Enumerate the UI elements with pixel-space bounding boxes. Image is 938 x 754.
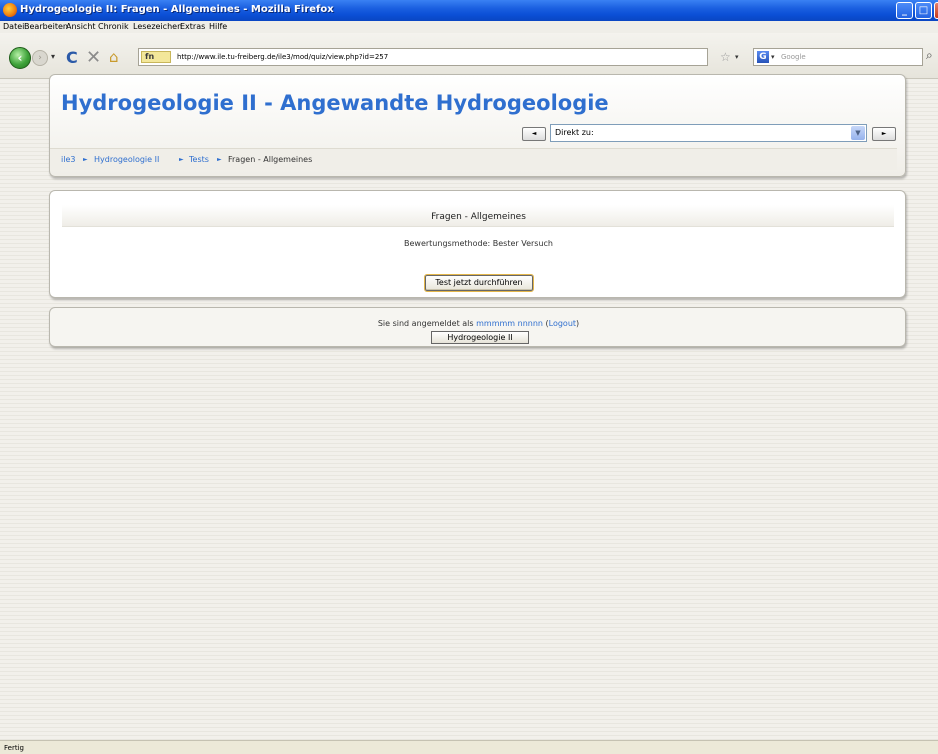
url-text[interactable]: http://www.ile.tu-freiberg.de/ile3/mod/q… [177,53,388,61]
breadcrumb-course[interactable]: Hydrogeologie II [94,155,159,164]
menu-extras[interactable]: Extras [180,22,205,31]
breadcrumb: ile3 ► Hydrogeologie II ► Tests ► Fragen… [50,148,897,170]
menu-hilfe[interactable]: Hilfe [209,22,227,31]
minimize-button[interactable]: _ [896,2,913,19]
back-button[interactable]: ‹ [9,47,31,69]
search-go-icon[interactable]: ⌕ [926,48,933,63]
home-icon[interactable]: ⌂ [109,48,119,66]
breadcrumb-separator: ► [217,156,222,163]
quiz-title: Fragen - Allgemeines [431,212,526,222]
login-info: Sie sind angemeldet als mmmmm nnnnn (Log… [50,319,907,328]
start-quiz-button[interactable]: Test jetzt durchführen [424,274,534,292]
user-link[interactable]: mmmmm nnnnn [476,319,543,328]
bookmark-star-icon[interactable]: ☆ [720,50,731,64]
course-header: Hydrogeologie II - Angewandte Hydrogeolo… [49,74,906,177]
window-title: Hydrogeologie II: Fragen - Allgemeines -… [20,4,334,15]
menu-datei[interactable]: Datei [3,22,24,31]
paren-close: ) [576,319,580,328]
engine-dropdown-icon[interactable]: ▾ [771,53,775,61]
page-content [0,80,938,740]
window-titlebar: Hydrogeologie II: Fragen - Allgemeines -… [0,0,938,21]
menu-chronik[interactable]: Chronik [98,22,129,31]
jump-prev-button[interactable]: ◄ [522,127,546,141]
history-dropdown-icon[interactable]: ▾ [51,52,55,61]
footer-box: Sie sind angemeldet als mmmmm nnnnn (Log… [49,307,906,347]
breadcrumb-separator: ► [83,156,88,163]
login-prefix: Sie sind angemeldet als [377,319,474,328]
breadcrumb-separator: ► [179,156,184,163]
google-engine-icon[interactable]: G [757,51,769,63]
quiz-box: Fragen - Allgemeines Bewertungsmethode: … [49,190,906,298]
navigation-toolbar: ‹ › ▾ C ✕ ⌂ fn http://www.ile.tu-freiber… [0,33,938,79]
jump-to-value: Direkt zu: [555,128,594,137]
page-title: Hydrogeologie II - Angewandte Hydrogeolo… [61,91,609,115]
jump-to-select[interactable]: Direkt zu: ▼ [550,124,867,142]
menu-ansicht[interactable]: Ansicht [66,22,96,31]
jump-next-button[interactable]: ► [872,127,896,141]
course-button[interactable]: Hydrogeologie II [431,331,529,344]
close-window-button[interactable]: × [934,2,938,19]
logout-link[interactable]: Logout [549,319,576,328]
breadcrumb-ile3[interactable]: ile3 [61,155,75,164]
breadcrumb-tests[interactable]: Tests [189,155,209,164]
site-identity-icon[interactable]: fn [141,51,171,63]
menu-bar: Datei Bearbeiten Ansicht Chronik Lesezei… [0,21,938,33]
address-bar[interactable]: fn http://www.ile.tu-freiberg.de/ile3/mo… [138,48,708,66]
stop-icon[interactable]: ✕ [86,47,101,68]
search-input[interactable]: G ▾ Google [753,48,923,66]
menu-lesezeichen[interactable]: Lesezeichen [133,22,182,31]
firefox-icon [3,3,17,17]
forward-button[interactable]: › [32,50,48,66]
search-placeholder: Google [781,53,806,61]
reload-icon[interactable]: C [66,48,78,67]
breadcrumb-current: Fragen - Allgemeines [228,155,313,164]
chevron-down-icon[interactable]: ▼ [851,126,865,140]
grading-method: Bewertungsmethode: Bester Versuch [404,239,553,248]
url-dropdown-icon[interactable]: ▾ [735,53,739,61]
maximize-button[interactable]: □ [915,2,932,19]
menu-bearbeiten[interactable]: Bearbeiten [24,22,68,31]
status-text: Fertig [4,744,24,752]
status-bar: Fertig [0,740,938,754]
